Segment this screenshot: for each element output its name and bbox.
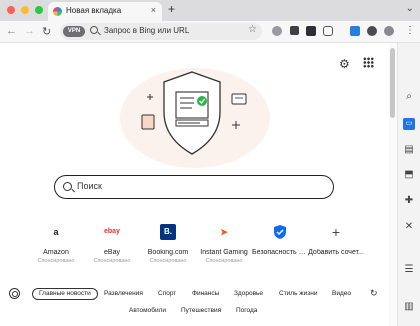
tab-bar: Новая вкладка × + ⌄ [0,0,420,21]
toolbar: ← → ↻ VPN Запрос в Bing или URL ☆ ⋮ [0,21,420,43]
tile-label: Amazon [43,249,69,256]
feed-tab-entertainment[interactable]: Развлечения [104,288,143,300]
tools-sidebar-icon[interactable]: ▤ [403,144,415,156]
back-button[interactable]: ← [6,25,17,37]
feed-tab-weather[interactable]: Погода [236,305,257,317]
profile-avatar[interactable] [367,26,377,36]
tab-close-icon[interactable]: × [151,5,156,15]
copilot-icon[interactable] [384,26,394,36]
minimize-window-button[interactable] [21,6,29,14]
instant-gaming-logo-icon: ➤ [220,227,228,237]
tile-sponsored-label: Спонсировано [205,258,243,264]
edge-sidebar: ⌕ ▭ ▤ ⬒ ✚ ✕ ☰ ▥ [397,43,420,326]
tile-label: Добавить сочет... [308,249,364,256]
tab-menu-chevron-icon[interactable]: ⌄ [406,3,414,14]
apps-grid-icon[interactable] [363,57,374,68]
feed-tab-health[interactable]: Здоровье [234,288,263,300]
quick-link-booking[interactable]: B. Booking.com Спонсировано [140,222,196,270]
favorite-star-icon[interactable]: ☆ [248,24,257,35]
edge-favicon-icon [53,7,62,16]
ebay-logo-icon: ebay [104,228,120,235]
scrollbar-thumb[interactable] [390,48,395,118]
page-search-box[interactable]: Поиск [54,175,334,199]
quick-links: a Amazon Спонсировано ebay eBay Спонсиро… [28,222,364,270]
feed-tab-travel[interactable]: Путешествия [181,305,221,317]
tile-sponsored-label: Спонсировано [149,258,187,264]
forward-button[interactable]: → [24,25,35,37]
amazon-logo-icon: a [53,227,59,237]
quick-link-amazon[interactable]: a Amazon Спонсировано [28,222,84,270]
quick-link-security[interactable]: Безопасность и... [252,222,308,270]
youtube-extension-icon[interactable] [306,26,316,36]
feed-tab-top-stories[interactable]: Главные новости [32,288,98,300]
privacy-illustration [112,60,272,170]
feed-tab-autos[interactable]: Автомобили [129,305,166,317]
sidebar-toggle-icon[interactable]: ▥ [403,301,415,313]
feed-tab-sports[interactable]: Спорт [158,288,176,300]
page-settings-gear-icon[interactable]: ⚙ [339,57,350,71]
new-tab-button[interactable]: + [168,2,175,16]
tile-label: Booking.com [147,249,189,256]
address-input[interactable]: Запрос в Bing или URL [104,26,189,35]
reload-button[interactable]: ↻ [42,25,51,38]
messages-sidebar-icon[interactable]: ▭ [403,118,415,130]
search-sidebar-icon[interactable]: ⌕ [403,91,415,103]
feed-tab-video[interactable]: Видео [332,288,351,300]
customize-sidebar-icon[interactable]: ☰ [403,264,415,276]
close-window-button[interactable] [7,6,15,14]
feed-refresh-icon[interactable]: ↻ [370,288,378,299]
feed-tab-lifestyle[interactable]: Стиль жизни [279,288,317,300]
tile-sponsored-label: Спонсировано [93,258,131,264]
games-sidebar-icon[interactable]: ✚ [403,195,415,207]
tile-label: Безопасность и... [252,249,308,256]
add-icon: + [331,224,341,240]
shield-check-icon [274,225,286,239]
tab-title: Новая вкладка [66,6,122,15]
booking-logo-icon: B. [160,224,176,240]
split-screen-icon[interactable] [350,26,360,36]
shield-extension-icon[interactable] [290,26,299,35]
extensions-puzzle-icon[interactable] [323,26,333,36]
tile-label: eBay [104,249,120,256]
add-shortcut-tile[interactable]: + Добавить сочет... [308,222,364,270]
quick-link-instant-gaming[interactable]: ➤ Instant Gaming Спонсировано [196,222,252,270]
tile-label: Instant Gaming [200,249,248,256]
maximize-window-button[interactable] [35,6,43,14]
settings-menu-button[interactable]: ⋮ [405,25,415,36]
news-feed-nav: Главные новости Развлечения Спорт Финанс… [0,286,389,326]
extension-icon[interactable] [272,26,282,36]
vpn-badge[interactable]: VPN [63,26,85,37]
search-icon [90,26,98,34]
outlook-sidebar-icon[interactable]: ✕ [403,221,415,233]
address-bar[interactable]: VPN Запрос в Bing или URL ☆ [60,23,262,40]
msn-logo-icon[interactable] [9,288,20,299]
quick-link-ebay[interactable]: ebay eBay Спонсировано [84,222,140,270]
tab-new-tab[interactable]: Новая вкладка × [48,2,162,21]
shield-illustration-icon [141,71,247,155]
office-sidebar-icon[interactable]: ⬒ [403,169,415,181]
tile-sponsored-label: Спонсировано [37,258,75,264]
search-icon [63,182,72,191]
feed-tab-finance[interactable]: Финансы [192,288,219,300]
search-input[interactable]: Поиск [77,181,102,191]
